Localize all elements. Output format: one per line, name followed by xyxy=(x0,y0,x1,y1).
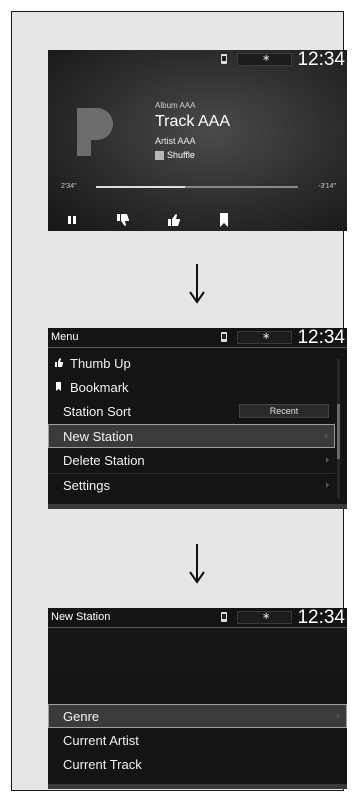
scrollbar[interactable] xyxy=(337,359,340,499)
menu-item-label: New Station xyxy=(63,429,134,444)
menu-item-label: Current Artist xyxy=(63,733,139,748)
menu-item-station-sort[interactable]: Station Sort Recent xyxy=(48,400,335,424)
thumb-up-icon xyxy=(168,213,180,226)
menu-item-label: Station Sort xyxy=(63,404,131,419)
track-name: Track AAA xyxy=(155,113,230,130)
clock: 12:34 xyxy=(297,328,345,348)
menu-item-label: Genre xyxy=(63,709,100,724)
artist-name: Artist AAA xyxy=(155,136,196,146)
header-divider xyxy=(48,347,347,348)
menu-item-settings[interactable]: Settings xyxy=(48,474,335,498)
chevron-right-icon xyxy=(337,713,340,719)
new-station-screen: New Station ∗ 12:34 Genre Current Artist… xyxy=(48,608,347,789)
menu-item-label: Settings xyxy=(63,478,110,493)
bottom-bar xyxy=(48,784,347,789)
chevron-right-icon xyxy=(326,482,329,488)
menu-item-delete-station[interactable]: Delete Station xyxy=(48,449,335,473)
phone-icon xyxy=(221,54,227,64)
down-arrow-icon xyxy=(189,264,205,304)
screen-title: New Station xyxy=(51,611,111,623)
scroll-thumb[interactable] xyxy=(337,404,340,459)
menu-item-label: Delete Station xyxy=(63,453,145,468)
chevron-right-icon xyxy=(325,433,328,439)
menu-item-genre[interactable]: Genre xyxy=(48,704,347,728)
down-arrow-icon xyxy=(189,544,205,584)
chevron-right-icon xyxy=(326,457,329,463)
now-playing-screen: ∗ 12:34 Album AAA Track AAA Artist AAA S… xyxy=(48,50,347,231)
status-bar: Menu ∗ 12:34 xyxy=(48,328,347,348)
empty-area xyxy=(48,630,347,674)
menu-item-bookmark[interactable]: Bookmark xyxy=(48,376,335,400)
shuffle-icon[interactable] xyxy=(155,151,164,160)
thumb-down-button[interactable] xyxy=(111,208,135,231)
bookmark-icon xyxy=(56,382,61,391)
pandora-logo-icon xyxy=(77,108,113,156)
figure-frame: ∗ 12:34 Album AAA Track AAA Artist AAA S… xyxy=(11,11,347,791)
bluetooth-icon: ∗ xyxy=(262,611,271,622)
menu-item-label: Thumb Up xyxy=(70,356,131,371)
phone-icon xyxy=(221,332,227,342)
thumb-down-icon xyxy=(117,213,129,226)
bookmark-button[interactable] xyxy=(212,208,236,231)
menu-item-current-track[interactable]: Current Track xyxy=(48,753,347,777)
progress-fill xyxy=(96,186,185,188)
menu-item-current-artist[interactable]: Current Artist xyxy=(48,729,347,753)
pause-icon xyxy=(68,215,76,224)
bluetooth-icon: ∗ xyxy=(262,53,271,64)
status-bar: New Station ∗ 12:34 xyxy=(48,608,347,628)
bookmark-icon xyxy=(220,212,228,227)
bottom-bar xyxy=(48,504,347,509)
clock: 12:34 xyxy=(297,50,345,70)
remaining-time: -3'14" xyxy=(318,183,336,190)
bluetooth-indicator: ∗ xyxy=(237,331,292,344)
progress-bar[interactable] xyxy=(96,186,298,188)
menu-item-new-station[interactable]: New Station xyxy=(48,424,335,448)
screen-title: Menu xyxy=(51,331,79,343)
menu-screen: Menu ∗ 12:34 Thumb Up Bookmark Station S… xyxy=(48,328,347,509)
clock: 12:34 xyxy=(297,608,345,628)
pause-button[interactable] xyxy=(60,208,84,231)
status-bar: ∗ 12:34 xyxy=(48,50,347,70)
thumb-up-button[interactable] xyxy=(162,208,186,231)
bluetooth-indicator: ∗ xyxy=(237,611,292,624)
elapsed-time: 2'34" xyxy=(61,183,77,190)
thumb-up-icon xyxy=(55,358,63,367)
menu-item-label: Bookmark xyxy=(70,380,129,395)
shuffle-label: Shuffle xyxy=(167,150,195,160)
playback-controls xyxy=(48,208,347,231)
album-name: Album AAA xyxy=(155,101,196,110)
bluetooth-icon: ∗ xyxy=(262,331,271,342)
menu-item-thumb-up[interactable]: Thumb Up xyxy=(48,352,335,376)
phone-icon xyxy=(221,612,227,622)
bluetooth-indicator: ∗ xyxy=(237,53,292,66)
header-divider xyxy=(48,627,347,628)
menu-item-label: Current Track xyxy=(63,757,142,772)
station-sort-value: Recent xyxy=(239,404,329,418)
